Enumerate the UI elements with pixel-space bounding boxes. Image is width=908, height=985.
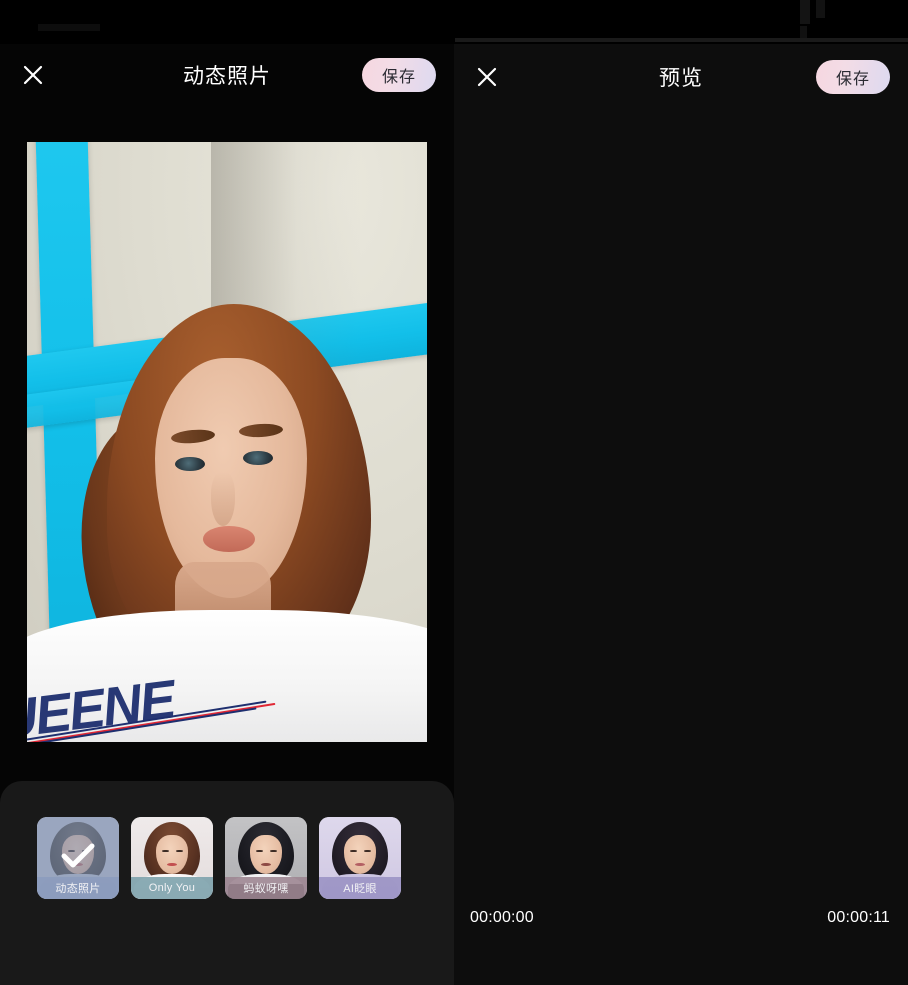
close-icon	[22, 64, 44, 86]
template-tray: 动态照片 Only You 蚂蚁呀嘿 AI眨眼	[0, 781, 454, 985]
template-list: 动态照片 Only You 蚂蚁呀嘿 AI眨眼	[37, 817, 401, 899]
save-button-left[interactable]: 保存	[361, 58, 436, 92]
photo-shirt-logo-text: UEENE	[27, 669, 178, 742]
status-artifact	[455, 38, 908, 42]
right-panel-preview: UEENE 预览 保存	[454, 0, 908, 985]
total-time-label: 00:00:11	[827, 909, 890, 926]
right-topbar: 预览 保存	[454, 46, 908, 108]
close-icon	[476, 66, 498, 88]
template-item-dongtai-zhaopian[interactable]: 动态照片	[37, 817, 119, 899]
template-item-only-you[interactable]: Only You	[131, 817, 213, 899]
template-label: 蚂蚁呀嘿	[225, 877, 307, 899]
save-button-right[interactable]: 保存	[815, 60, 890, 94]
photo-nose	[211, 472, 235, 526]
status-bar-strip	[0, 0, 908, 44]
current-time-label: 00:00:00	[470, 909, 534, 926]
video-player-controls: 00:00:00 00:00:11	[454, 902, 908, 934]
left-panel-dynamic-photo: UEENE 动态照片 保存 动态照片 Only You 蚂蚁呀嘿 AI眨眼	[0, 0, 454, 985]
status-artifact	[816, 0, 825, 18]
template-label: AI眨眼	[319, 877, 401, 899]
close-button-right[interactable]	[470, 60, 504, 94]
photo-shirt: UEENE	[27, 610, 427, 742]
status-artifact	[800, 0, 810, 24]
close-button-left[interactable]	[16, 58, 50, 92]
template-item-mayi-yahei[interactable]: 蚂蚁呀嘿	[225, 817, 307, 899]
app-screen: UEENE 动态照片 保存 动态照片 Only You 蚂蚁呀嘿 AI眨眼 预览…	[0, 0, 908, 985]
template-label: Only You	[131, 877, 213, 899]
left-topbar: 动态照片 保存	[0, 44, 454, 106]
status-artifact	[38, 24, 100, 31]
photo-preview-left[interactable]: UEENE	[27, 142, 427, 742]
check-icon	[61, 842, 95, 875]
template-item-ai-zhayan[interactable]: AI眨眼	[319, 817, 401, 899]
template-label: 动态照片	[37, 877, 119, 899]
